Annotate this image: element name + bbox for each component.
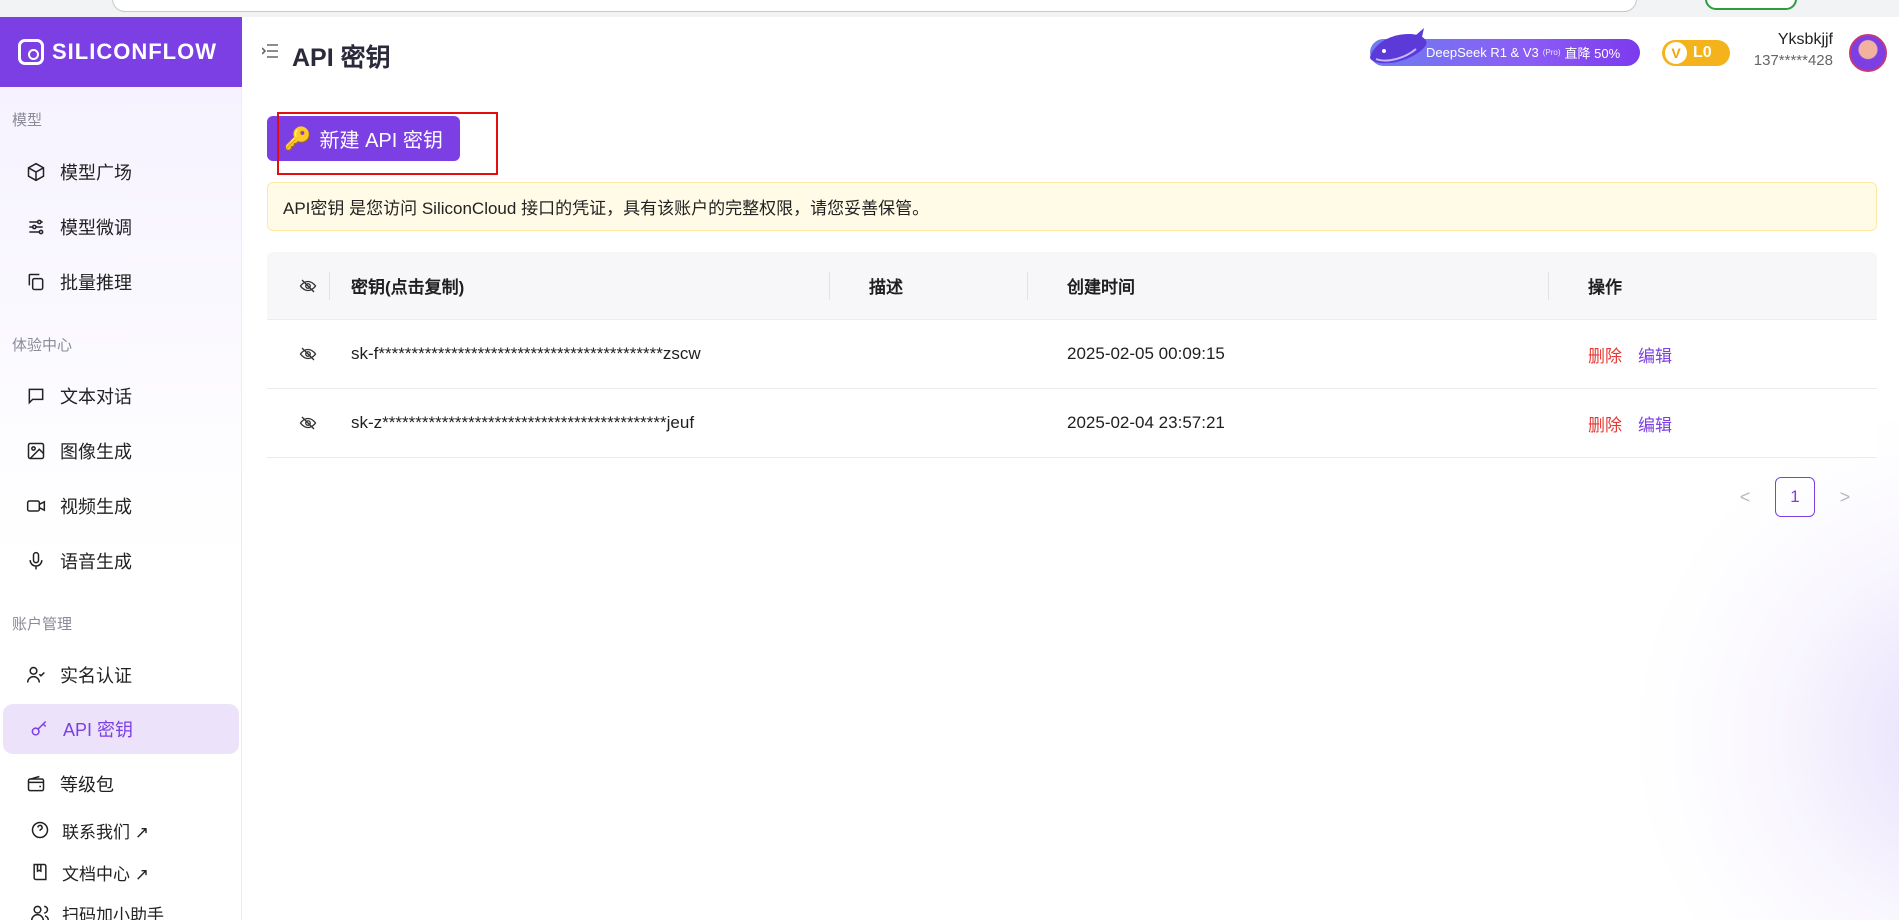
notice-banner: API密钥 是您访问 SiliconCloud 接口的凭证，具有该账户的完整权限… <box>267 182 1877 231</box>
api-key-value[interactable]: sk-z************************************… <box>349 413 849 433</box>
table-row: sk-f************************************… <box>267 320 1877 389</box>
toggle-key-visibility-icon[interactable] <box>267 414 349 432</box>
sidebar-item-label: 语音生成 <box>60 552 132 572</box>
column-header-key: 密钥(点击复制) <box>351 278 465 297</box>
key-icon <box>29 719 49 739</box>
promo-main-text: DeepSeek R1 & V3 <box>1426 45 1539 60</box>
key-emoji-icon: 🔑 <box>284 125 312 151</box>
column-header-created-time: 创建时间 <box>1067 278 1135 297</box>
column-header-actions: 操作 <box>1588 278 1622 297</box>
browser-extension-pill[interactable] <box>1705 0 1797 10</box>
row-actions: 删除 编辑 <box>1568 411 1672 436</box>
api-keys-table: 密钥(点击复制) 描述 创建时间 操作 sk-f****************… <box>267 252 1877 458</box>
sidebar: SILICONFLOW 模型 模型广场 模型微调 批量推理 体验中心 文本对话 … <box>0 17 242 920</box>
sidebar-item-model-square[interactable]: 模型广场 <box>0 147 236 197</box>
sidebar-item-docs[interactable]: 文档中心 ↗ <box>0 854 236 890</box>
book-icon <box>30 862 50 882</box>
sidebar-item-assistant-qr[interactable]: 扫码加小助手 <box>0 895 236 920</box>
section-label-account: 账户管理 <box>12 616 73 633</box>
vip-icon: V <box>1665 42 1687 64</box>
section-label-models: 模型 <box>12 112 43 129</box>
copy-icon <box>26 272 46 292</box>
sidebar-item-label: 视频生成 <box>60 497 132 517</box>
whale-mascot-icon <box>1370 28 1427 64</box>
edit-key-button[interactable]: 编辑 <box>1638 342 1672 367</box>
section-label-playground: 体验中心 <box>12 337 73 354</box>
sidebar-item-text-chat[interactable]: 文本对话 <box>0 371 236 421</box>
sidebar-item-label: 实名认证 <box>60 666 132 686</box>
user-check-icon <box>26 665 46 685</box>
table-header: 密钥(点击复制) 描述 创建时间 操作 <box>267 252 1877 320</box>
new-api-key-button[interactable]: 🔑 新建 API 密钥 <box>267 116 460 161</box>
sidebar-item-label: 文档中心 ↗ <box>62 864 149 884</box>
sidebar-item-image-gen[interactable]: 图像生成 <box>0 426 236 476</box>
sidebar-item-label: 联系我们 ↗ <box>62 822 149 842</box>
new-api-key-label: 新建 API 密钥 <box>319 130 443 152</box>
mic-icon <box>26 551 46 571</box>
chat-icon <box>26 386 46 406</box>
api-key-created-time: 2025-02-04 23:57:21 <box>1067 413 1225 432</box>
user-name: Yksbkjjf <box>1777 31 1833 48</box>
sidebar-item-label: API 密钥 <box>63 720 134 740</box>
sidebar-item-api-keys[interactable]: API 密钥 <box>3 704 239 754</box>
sidebar-collapse-icon[interactable] <box>262 44 278 58</box>
browser-toolbar <box>0 0 1899 17</box>
toggle-key-visibility-icon[interactable] <box>267 345 349 363</box>
api-key-value[interactable]: sk-f************************************… <box>349 344 849 364</box>
sidebar-item-speech-gen[interactable]: 语音生成 <box>0 536 236 586</box>
notice-text: API密钥 是您访问 SiliconCloud 接口的凭证，具有该账户的完整权限… <box>283 199 930 218</box>
column-header-description: 描述 <box>869 278 903 297</box>
sidebar-item-verification[interactable]: 实名认证 <box>0 650 236 700</box>
promo-small-text: (Pro) <box>1542 48 1561 57</box>
edit-key-button[interactable]: 编辑 <box>1638 411 1672 436</box>
avatar[interactable] <box>1849 34 1887 72</box>
page-title: API 密钥 <box>292 44 391 72</box>
sidebar-item-label: 等级包 <box>60 775 114 795</box>
sidebar-item-label: 图像生成 <box>60 442 132 462</box>
toggle-visibility-all-icon[interactable] <box>267 277 349 295</box>
page-number-current[interactable]: 1 <box>1775 477 1815 517</box>
sidebar-item-label: 模型广场 <box>60 163 132 183</box>
sidebar-item-label: 批量推理 <box>60 273 132 293</box>
pagination: < 1 > <box>1735 477 1855 517</box>
prev-page-button[interactable]: < <box>1735 487 1755 508</box>
address-bar[interactable] <box>112 0 1637 12</box>
delete-key-button[interactable]: 删除 <box>1588 411 1622 436</box>
brand-name: SILICONFLOW <box>52 39 217 64</box>
sidebar-item-video-gen[interactable]: 视频生成 <box>0 481 236 531</box>
delete-key-button[interactable]: 删除 <box>1588 342 1622 367</box>
help-icon <box>30 820 50 840</box>
api-key-created-time: 2025-02-05 00:09:15 <box>1067 344 1225 363</box>
wallet-icon <box>26 774 46 794</box>
users-icon <box>30 903 50 920</box>
sidebar-item-fine-tune[interactable]: 模型微调 <box>0 202 236 252</box>
table-row: sk-z************************************… <box>267 389 1877 458</box>
sliders-icon <box>26 217 46 237</box>
user-phone: 137*****428 <box>1753 52 1833 69</box>
sidebar-item-label: 扫码加小助手 <box>62 905 164 920</box>
row-actions: 删除 编辑 <box>1568 342 1672 367</box>
sidebar-item-level-package[interactable]: 等级包 <box>0 759 236 809</box>
sidebar-item-contact-us[interactable]: 联系我们 ↗ <box>0 812 236 848</box>
image-icon <box>26 441 46 461</box>
video-icon <box>26 496 46 516</box>
cube-icon <box>26 162 46 182</box>
brand-logo[interactable]: SILICONFLOW <box>0 17 242 87</box>
next-page-button[interactable]: > <box>1835 487 1855 508</box>
promo-tail-text: 直降 50% <box>1564 46 1621 61</box>
sidebar-item-label: 模型微调 <box>60 218 132 238</box>
siliconflow-logo-icon <box>18 39 44 65</box>
sidebar-item-label: 文本对话 <box>60 387 132 407</box>
sidebar-item-batch-inference[interactable]: 批量推理 <box>0 257 236 307</box>
main-background <box>243 17 1899 920</box>
